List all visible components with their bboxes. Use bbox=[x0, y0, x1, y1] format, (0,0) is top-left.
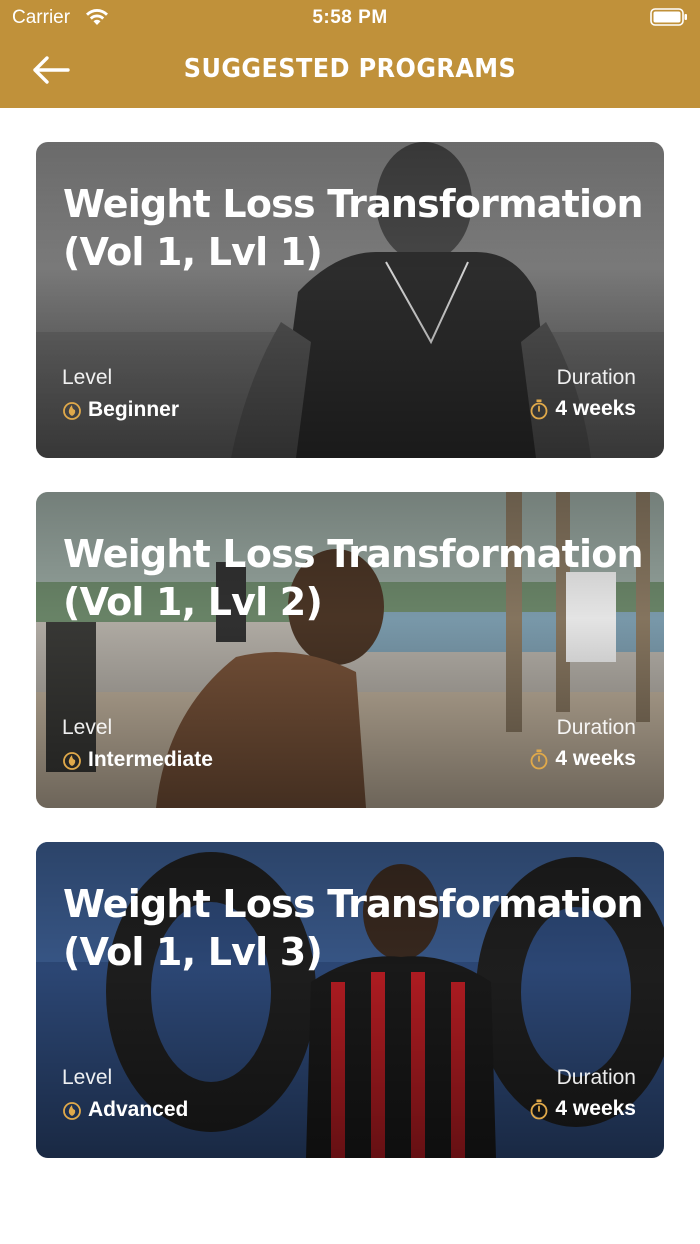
status-bar: Carrier 5:58 PM bbox=[0, 0, 700, 36]
flame-icon bbox=[63, 1102, 81, 1120]
duration-label: Duration bbox=[556, 716, 636, 739]
level-value: Advanced bbox=[62, 1098, 188, 1122]
duration-text: 4 weeks bbox=[555, 397, 636, 420]
level-label: Level bbox=[62, 716, 113, 739]
duration-text: 4 weeks bbox=[555, 1097, 636, 1120]
duration-label: Duration bbox=[556, 366, 636, 389]
stopwatch-icon bbox=[531, 399, 548, 420]
program-card-3[interactable]: Weight Loss Transformation (Vol 1, Lvl 3… bbox=[36, 842, 664, 1158]
program-card-1[interactable]: Weight Loss Transformation (Vol 1, Lvl 1… bbox=[36, 142, 664, 458]
level-text: Advanced bbox=[88, 1098, 189, 1121]
level-text: Intermediate bbox=[88, 748, 213, 771]
duration-value: 4 weeks bbox=[529, 397, 636, 421]
stopwatch-icon bbox=[531, 749, 548, 770]
stopwatch-icon bbox=[531, 1099, 548, 1120]
program-title: Weight Loss Transformation (Vol 1, Lvl 2… bbox=[63, 532, 644, 624]
level-text: Beginner bbox=[88, 398, 180, 421]
duration-value: 4 weeks bbox=[529, 747, 636, 771]
level-value: Beginner bbox=[62, 398, 179, 422]
level-value: Intermediate bbox=[62, 748, 213, 772]
flame-icon bbox=[63, 752, 81, 770]
status-time: 5:58 PM bbox=[312, 7, 388, 28]
flame-icon bbox=[63, 402, 81, 420]
level-label: Level bbox=[62, 366, 113, 389]
level-label: Level bbox=[62, 1066, 113, 1089]
duration-label: Duration bbox=[556, 1066, 636, 1089]
page-title: SUGGESTED PROGRAMS bbox=[183, 54, 517, 84]
program-title: Weight Loss Transformation (Vol 1, Lvl 3… bbox=[63, 882, 644, 974]
duration-value: 4 weeks bbox=[529, 1097, 636, 1121]
battery-icon bbox=[650, 8, 687, 26]
app-header: Carrier 5:58 PM SUGGESTED PROGRAMS bbox=[0, 0, 700, 108]
duration-text: 4 weeks bbox=[555, 747, 636, 770]
program-card-2[interactable]: Weight Loss Transformation (Vol 1, Lvl 2… bbox=[36, 492, 664, 808]
program-title: Weight Loss Transformation (Vol 1, Lvl 1… bbox=[63, 182, 644, 274]
